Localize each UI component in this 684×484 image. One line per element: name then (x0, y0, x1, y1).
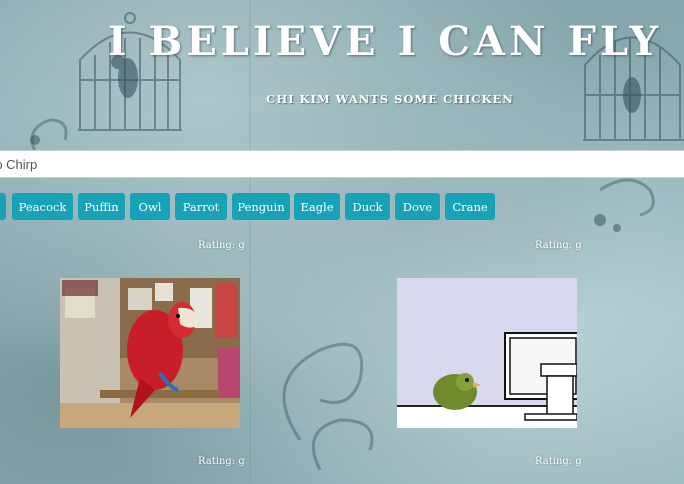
bird-button-puffin[interactable]: Puffin (78, 193, 125, 220)
gif-result-cartoon-bird[interactable] (397, 278, 577, 428)
rating-label: Rating: g (198, 456, 245, 467)
rating-label: Rating: g (535, 456, 582, 467)
bird-button-peacock[interactable]: Peacock (12, 193, 73, 220)
cartoon-bird-gif-image (397, 278, 577, 428)
parrot-gif-image (60, 278, 240, 428)
bird-button-penguin[interactable]: Penguin (232, 193, 290, 220)
bird-button-dove[interactable]: Dove (395, 193, 440, 220)
page-subtitle: CHI KIM WANTS SOME CHICKEN (266, 92, 514, 106)
search-bar[interactable] (0, 150, 684, 178)
bird-button-parrot[interactable]: Parrot (175, 193, 227, 220)
bird-button-partial[interactable] (0, 193, 6, 220)
page-title: I BELIEVE I CAN FLY (107, 18, 663, 65)
rating-label: Rating: g (198, 240, 245, 251)
rating-label: Rating: g (535, 240, 582, 251)
bird-button-owl[interactable]: Owl (130, 193, 170, 220)
bird-button-eagle[interactable]: Eagle (294, 193, 340, 220)
gif-result-parrot[interactable] (60, 278, 240, 428)
bird-button-duck[interactable]: Duck (345, 193, 390, 220)
bird-button-crane[interactable]: Crane (445, 193, 495, 220)
search-input[interactable] (0, 151, 684, 177)
